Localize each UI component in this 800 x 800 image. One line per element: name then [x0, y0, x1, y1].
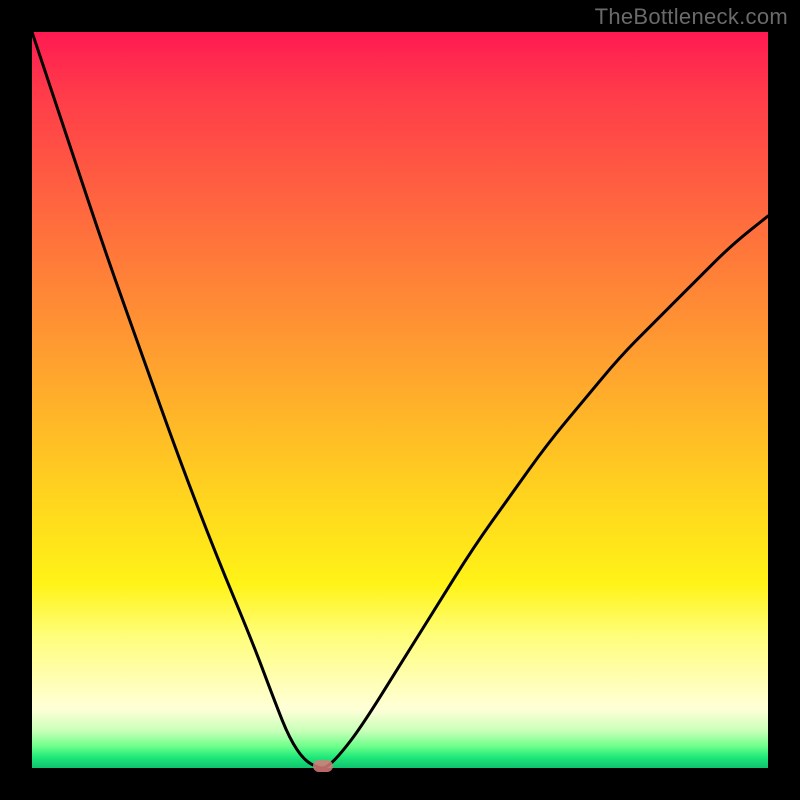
chart-frame: TheBottleneck.com	[0, 0, 800, 800]
watermark-text: TheBottleneck.com	[595, 4, 788, 30]
bottleneck-curve	[32, 32, 768, 768]
bottleneck-marker	[313, 760, 333, 772]
plot-area	[32, 32, 768, 768]
